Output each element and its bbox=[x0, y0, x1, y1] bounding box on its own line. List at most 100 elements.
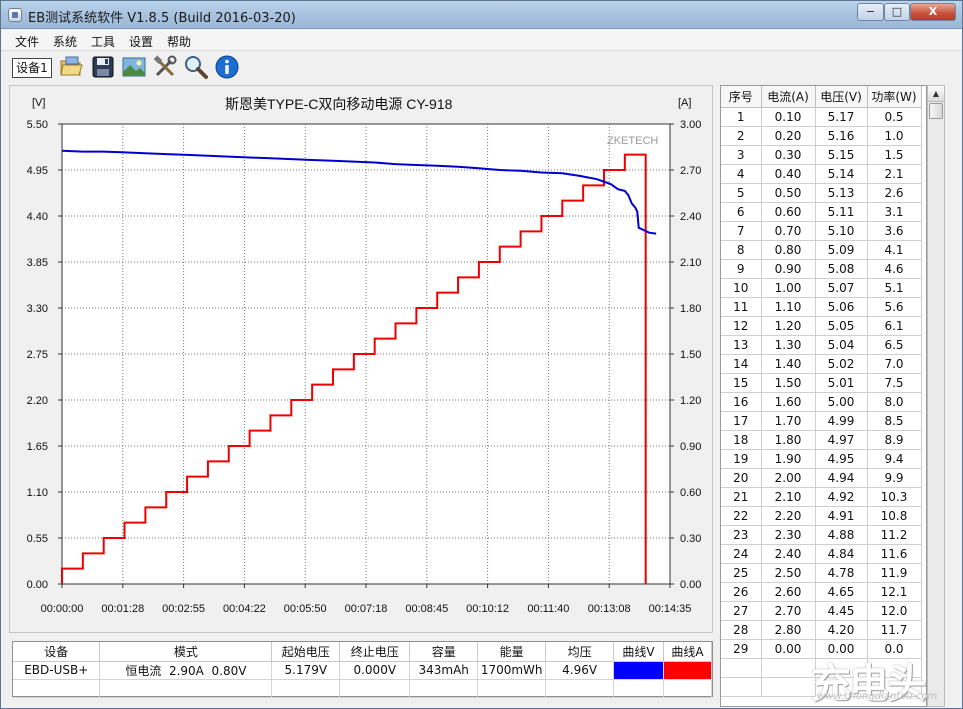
scroll-thumb[interactable] bbox=[929, 103, 943, 119]
cell-power: 9.4 bbox=[867, 449, 922, 469]
cell-voltage: 4.65 bbox=[815, 582, 868, 602]
info-icon[interactable] bbox=[214, 54, 240, 80]
cell-current: 1.20 bbox=[761, 316, 816, 336]
cell-current: 2.60 bbox=[761, 582, 816, 602]
table-row[interactable]: 5 0.50 5.13 2.6 bbox=[721, 183, 922, 203]
search-icon[interactable] bbox=[183, 54, 209, 80]
cell-current: 1.00 bbox=[761, 278, 816, 298]
menu-tools[interactable]: 工具 bbox=[91, 33, 115, 50]
scroll-up-arrow-icon[interactable]: ▲ bbox=[928, 86, 944, 102]
left-tick-label: 1.10 bbox=[27, 487, 48, 499]
window-title: EB测试系统软件 V1.8.5 (Build 2016-03-20) bbox=[28, 11, 296, 26]
cell-voltage: 5.15 bbox=[815, 145, 868, 165]
menu-help[interactable]: 帮助 bbox=[167, 33, 191, 50]
x-axis-ticks: 00:00:00 00:01:28 00:02:55 00:04:22 00:05:50… bbox=[41, 584, 691, 615]
cell-current: 2.10 bbox=[761, 487, 816, 507]
cell-current: 2.40 bbox=[761, 544, 816, 564]
table-row[interactable]: 12 1.20 5.05 6.1 bbox=[721, 316, 922, 336]
cell-index: 11 bbox=[721, 297, 762, 317]
summary-table: 设备 模式 起始电压 终止电压 容量 能量 均压 曲线V 曲线A EBD-USB… bbox=[13, 642, 712, 698]
sum-capacity: 343mAh bbox=[409, 661, 479, 680]
minimize-button[interactable]: − bbox=[857, 3, 884, 21]
x-tick-label: 00:00:00 bbox=[41, 603, 84, 615]
table-row[interactable]: 10 1.00 5.07 5.1 bbox=[721, 278, 922, 298]
table-row[interactable]: 26 2.60 4.65 12.1 bbox=[721, 582, 922, 602]
right-tick-label: 1.80 bbox=[680, 303, 701, 315]
cell-index: 16 bbox=[721, 392, 762, 412]
summary-row[interactable]: EBD-USB+ 恒电流 2.90A 0.80V 5.179V 0.000V 3… bbox=[13, 661, 712, 680]
table-row[interactable]: 2 0.20 5.16 1.0 bbox=[721, 126, 922, 146]
table-row[interactable]: 28 2.80 4.20 11.7 bbox=[721, 620, 922, 640]
table-row[interactable]: 7 0.70 5.10 3.6 bbox=[721, 221, 922, 241]
close-button[interactable]: X bbox=[910, 3, 956, 21]
menu-system[interactable]: 系统 bbox=[53, 33, 77, 50]
maximize-button[interactable]: □ bbox=[884, 3, 910, 21]
sum-energy: 1700mWh bbox=[477, 661, 547, 680]
cell-current: 1.10 bbox=[761, 297, 816, 317]
open-folder-icon[interactable] bbox=[58, 54, 84, 80]
table-row[interactable]: 14 1.40 5.02 7.0 bbox=[721, 354, 922, 374]
table-row[interactable]: 20 2.00 4.94 9.9 bbox=[721, 468, 922, 488]
curve-v-color-swatch[interactable] bbox=[613, 661, 664, 680]
chart-watermark: ZKETECH bbox=[607, 135, 658, 147]
table-row[interactable]: 23 2.30 4.88 11.2 bbox=[721, 525, 922, 545]
cell-index: 3 bbox=[721, 145, 762, 165]
table-row[interactable]: 8 0.80 5.09 4.1 bbox=[721, 240, 922, 260]
summary-empty-row bbox=[13, 679, 712, 698]
menu-settings[interactable]: 设置 bbox=[129, 33, 153, 50]
table-row[interactable]: 19 1.90 4.95 9.4 bbox=[721, 449, 922, 469]
right-tick-label: 0.30 bbox=[680, 533, 701, 545]
col-power: 功率(W) bbox=[867, 86, 922, 108]
x-tick-label: 00:01:28 bbox=[101, 603, 144, 615]
cell-voltage: 5.01 bbox=[815, 373, 868, 393]
cell-index: 6 bbox=[721, 202, 762, 222]
title-bar[interactable]: EB测试系统软件 V1.8.5 (Build 2016-03-20) − □ X bbox=[1, 1, 962, 29]
cell-voltage: 4.20 bbox=[815, 620, 868, 640]
right-tick-label: 2.40 bbox=[680, 211, 701, 223]
table-row[interactable]: 3 0.30 5.15 1.5 bbox=[721, 145, 922, 165]
table-row[interactable]: 13 1.30 5.04 6.5 bbox=[721, 335, 922, 355]
table-row[interactable]: 25 2.50 4.78 11.9 bbox=[721, 563, 922, 583]
table-row[interactable]: 17 1.70 4.99 8.5 bbox=[721, 411, 922, 431]
cell-power: 8.0 bbox=[867, 392, 922, 412]
table-row[interactable]: 6 0.60 5.11 3.1 bbox=[721, 202, 922, 222]
sum-h-capacity: 容量 bbox=[409, 642, 479, 662]
table-row[interactable]: 27 2.70 4.45 12.0 bbox=[721, 601, 922, 621]
cell-index: 14 bbox=[721, 354, 762, 374]
table-row[interactable]: 11 1.10 5.06 5.6 bbox=[721, 297, 922, 317]
cell-current: 0.40 bbox=[761, 164, 816, 184]
cell-index: 24 bbox=[721, 544, 762, 564]
curve-a-color-swatch[interactable] bbox=[663, 661, 712, 680]
cell-power: 2.6 bbox=[867, 183, 922, 203]
cell-voltage: 5.11 bbox=[815, 202, 868, 222]
table-row[interactable]: 15 1.50 5.01 7.5 bbox=[721, 373, 922, 393]
cell-voltage: 5.16 bbox=[815, 126, 868, 146]
right-tick-label: 2.10 bbox=[680, 257, 701, 269]
save-disk-icon[interactable] bbox=[90, 54, 116, 80]
table-row[interactable]: 24 2.40 4.84 11.6 bbox=[721, 544, 922, 564]
table-row[interactable]: 21 2.10 4.92 10.3 bbox=[721, 487, 922, 507]
cell-voltage: 5.14 bbox=[815, 164, 868, 184]
table-row[interactable]: 18 1.80 4.97 8.9 bbox=[721, 430, 922, 450]
cell-current: 1.80 bbox=[761, 430, 816, 450]
table-row[interactable]: 22 2.20 4.91 10.8 bbox=[721, 506, 922, 526]
cell-current: 2.70 bbox=[761, 601, 816, 621]
cell-voltage: 5.07 bbox=[815, 278, 868, 298]
menu-file[interactable]: 文件 bbox=[15, 33, 39, 50]
cell-voltage: 5.02 bbox=[815, 354, 868, 374]
cell-power: 5.6 bbox=[867, 297, 922, 317]
cell-index: 21 bbox=[721, 487, 762, 507]
picture-icon[interactable] bbox=[121, 54, 147, 80]
table-scrollbar[interactable]: ▲ bbox=[927, 85, 945, 707]
left-tick-label: 2.75 bbox=[27, 349, 48, 361]
cell-voltage: 4.94 bbox=[815, 468, 868, 488]
table-row[interactable]: 9 0.90 5.08 4.6 bbox=[721, 259, 922, 279]
table-row[interactable]: 1 0.10 5.17 0.5 bbox=[721, 107, 922, 127]
table-row[interactable]: 4 0.40 5.14 2.1 bbox=[721, 164, 922, 184]
device-tab[interactable]: 设备1 bbox=[12, 58, 52, 78]
data-table-panel[interactable]: 序号 电流(A) 电压(V) 功率(W) 1 0.10 5.17 0.5 2 0.20 5.… bbox=[720, 85, 927, 707]
cell-power: 8.5 bbox=[867, 411, 922, 431]
table-row[interactable]: 16 1.60 5.00 8.0 bbox=[721, 392, 922, 412]
cell-index: 4 bbox=[721, 164, 762, 184]
tools-icon[interactable] bbox=[152, 54, 178, 80]
